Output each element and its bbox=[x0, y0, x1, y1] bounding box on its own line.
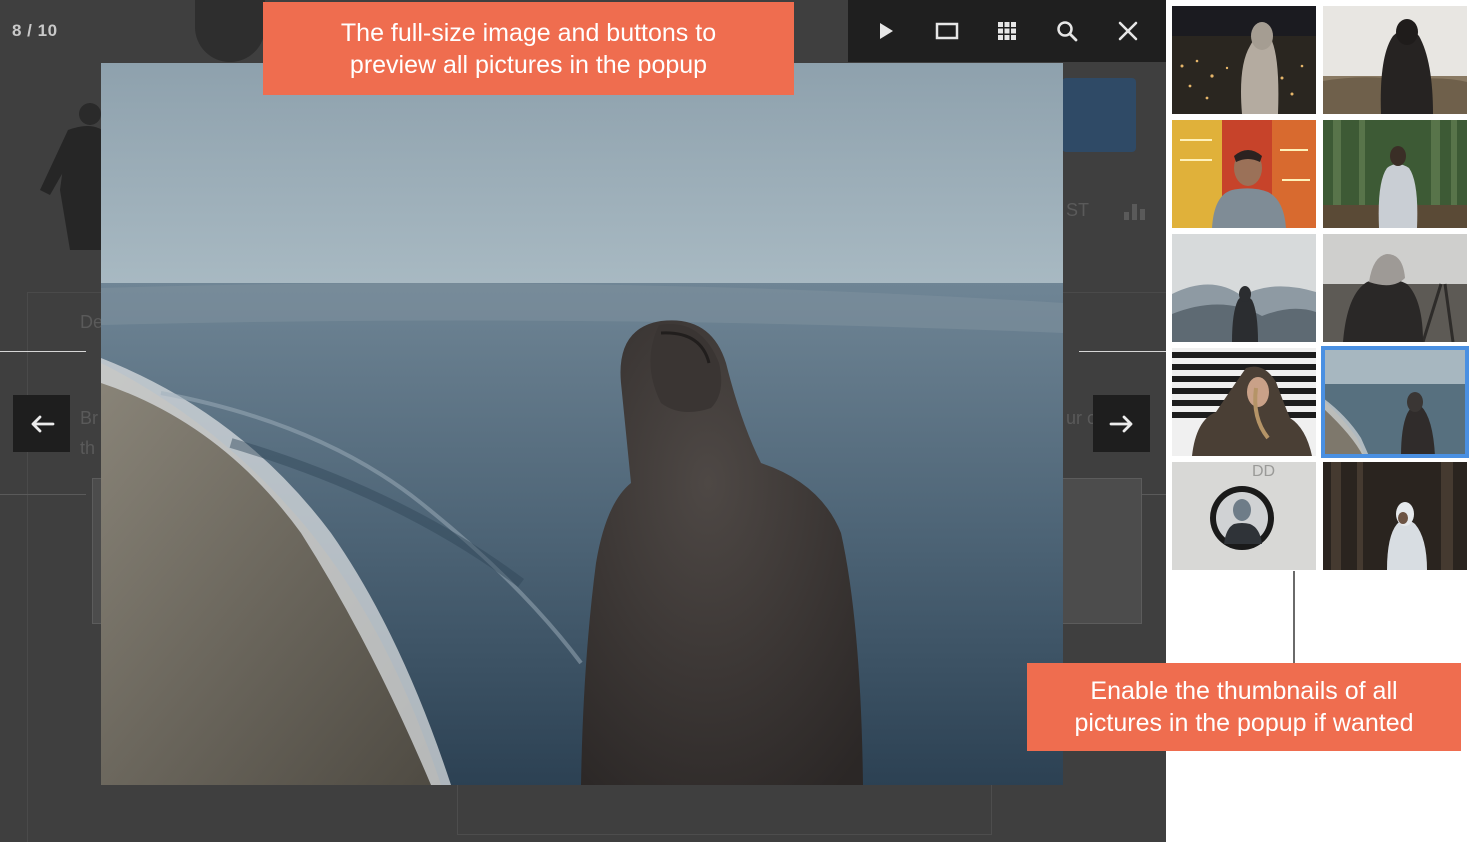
thumbnail-10[interactable] bbox=[1323, 462, 1467, 570]
thumbnail-7[interactable] bbox=[1172, 348, 1316, 456]
background-text: th bbox=[80, 438, 96, 458]
divider bbox=[0, 351, 86, 352]
main-image[interactable] bbox=[101, 63, 1063, 785]
background-text: ST bbox=[1066, 200, 1090, 220]
play-button[interactable] bbox=[866, 11, 906, 51]
thumbnail-image bbox=[1172, 348, 1316, 456]
background-person-image bbox=[40, 103, 102, 250]
thumbnail-2[interactable] bbox=[1323, 6, 1467, 114]
arrow-right-icon bbox=[1109, 415, 1132, 432]
close-button[interactable] bbox=[1108, 11, 1148, 51]
thumbnail-image bbox=[1172, 120, 1316, 228]
next-image-button[interactable] bbox=[1093, 395, 1150, 452]
divider bbox=[0, 494, 86, 495]
background-thumbnail bbox=[1062, 478, 1142, 624]
background-chart-icon bbox=[1124, 204, 1145, 220]
thumbnail-1[interactable] bbox=[1172, 6, 1316, 114]
fullscreen-button[interactable] bbox=[927, 11, 967, 51]
thumbnails-button[interactable] bbox=[987, 11, 1027, 51]
close-icon bbox=[1118, 21, 1138, 41]
svg-text:DD: DD bbox=[1252, 463, 1275, 480]
zoom-button[interactable] bbox=[1047, 11, 1087, 51]
background-person-head bbox=[195, 0, 265, 62]
image-counter: 8 / 10 bbox=[12, 21, 58, 40]
divider bbox=[1079, 351, 1166, 352]
lightbox-toolbar bbox=[848, 0, 1166, 62]
thumbnail-image bbox=[1323, 6, 1467, 114]
background-action-button bbox=[1062, 78, 1136, 152]
thumbnail-image bbox=[1323, 348, 1467, 456]
thumbnail-5[interactable] bbox=[1172, 234, 1316, 342]
annotation-text: preview all pictures in the popup bbox=[349, 50, 708, 79]
thumbnail-image bbox=[1172, 6, 1316, 114]
thumbnail-image bbox=[1323, 234, 1467, 342]
background-input-box bbox=[457, 780, 992, 835]
annotation-text: pictures in the popup if wanted bbox=[1074, 709, 1414, 737]
thumbnail-image bbox=[1172, 234, 1316, 342]
thumbnail-4[interactable] bbox=[1323, 120, 1467, 228]
play-icon bbox=[880, 23, 894, 39]
grid-icon bbox=[997, 22, 1016, 40]
annotation-callout-thumbnails: Enable the thumbnails of all pictures in… bbox=[1027, 663, 1461, 751]
thumbnail-image bbox=[1323, 120, 1467, 228]
beach-photo bbox=[101, 63, 1063, 785]
thumbnail-image: DD bbox=[1172, 462, 1316, 570]
thumbnail-9[interactable]: DD bbox=[1172, 462, 1316, 570]
previous-image-button[interactable] bbox=[13, 395, 70, 452]
callout-connector-line bbox=[1293, 571, 1295, 663]
fullscreen-icon bbox=[935, 22, 958, 40]
annotation-callout-fullsize: The full-size image and buttons to previ… bbox=[263, 2, 794, 95]
annotation-text: Enable the thumbnails of all bbox=[1090, 677, 1398, 705]
thumbnail-image bbox=[1323, 462, 1467, 570]
background-text: De bbox=[80, 312, 104, 332]
background-text: Br bbox=[80, 408, 98, 428]
arrow-left-icon bbox=[31, 415, 54, 432]
thumbnail-8[interactable] bbox=[1321, 346, 1469, 458]
thumbnail-3[interactable] bbox=[1172, 120, 1316, 228]
annotation-text: The full-size image and buttons to bbox=[340, 18, 717, 47]
thumbnail-6[interactable] bbox=[1323, 234, 1467, 342]
search-icon bbox=[1057, 21, 1078, 42]
